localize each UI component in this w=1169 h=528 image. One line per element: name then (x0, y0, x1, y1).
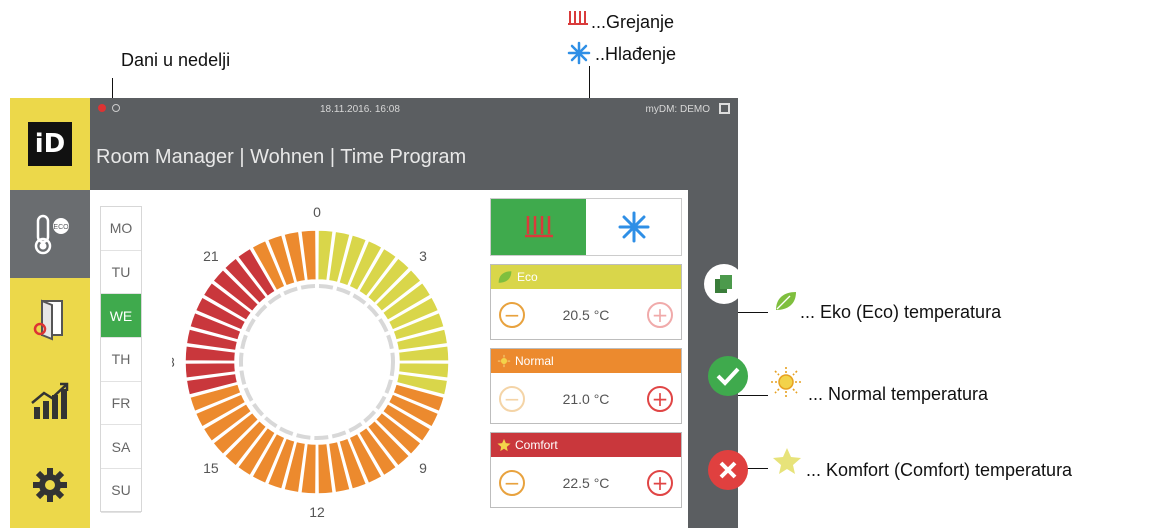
normal-label: Normal (515, 354, 554, 368)
status-datetime: 18.11.2016. 16:08 (320, 104, 400, 115)
hour-label: 12 (309, 504, 325, 520)
cooling-legend-icon (567, 41, 591, 70)
bar-chart-icon (31, 382, 69, 419)
hour-label: 18 (172, 354, 175, 370)
day-selector: MO TU WE TH FR SA SU (100, 206, 142, 513)
eco-annotation: ... Eko (Eco) temperatura (800, 302, 1002, 322)
status-indicators (98, 104, 120, 115)
comfort-value: 22.5 °C (562, 475, 610, 491)
normal-header: Normal (491, 349, 681, 373)
normal-value: 21.0 °C (562, 391, 610, 407)
day-mo[interactable]: MO (101, 207, 141, 251)
hour-label: 3 (419, 248, 427, 264)
star-icon (497, 438, 511, 452)
eco-label: Eco (517, 270, 538, 284)
svg-text:ECO: ECO (53, 224, 69, 231)
device-screen: iD ECO 18.11.2016. 16:08 myDM: DEMO Room… (10, 98, 748, 528)
comfort-annotation: ... Komfort (Comfort) temperatura (806, 460, 1073, 480)
brand-logo: iD (28, 122, 72, 166)
hour-label: 15 (203, 460, 219, 476)
mode-toggle (490, 198, 682, 256)
eco-increase-button[interactable]: + (646, 302, 673, 328)
cooling-annotation: ..Hlađenje (595, 44, 677, 64)
day-tu[interactable]: TU (101, 251, 141, 295)
comfort-increase-button[interactable]: + (646, 470, 673, 496)
comfort-decrease-button[interactable]: − (499, 470, 525, 496)
normal-annotation: ... Normal temperatura (808, 384, 989, 404)
sidebar: iD ECO (10, 98, 90, 528)
heating-icon (524, 216, 553, 238)
status-bar: 18.11.2016. 16:08 myDM: DEMO (90, 98, 738, 122)
cancel-button[interactable] (708, 450, 748, 490)
time-program-panel: MOTUWETHFRSASU 036912151821 (90, 190, 688, 528)
eco-temp-box: Eco − 20.5 °C + (490, 264, 682, 340)
eco-decrease-button[interactable]: − (499, 302, 525, 328)
eco-header: Eco (491, 265, 681, 289)
comfort-label: Comfort (515, 438, 558, 452)
normal-temp-box: Normal − 21.0 °C + (490, 348, 682, 424)
nav-statistics-button[interactable] (10, 360, 90, 442)
comfort-temp-box: Comfort − 22.5 °C + (490, 432, 682, 508)
door-icon (33, 299, 63, 341)
normal-sun-legend-icon (770, 366, 802, 403)
heating-legend-icon (566, 8, 590, 33)
time-wheel[interactable]: 036912151821 (172, 194, 462, 524)
copy-button[interactable] (704, 264, 744, 304)
power-icon (111, 104, 120, 112)
day-th[interactable]: TH (101, 338, 141, 382)
snowflake-icon (618, 211, 649, 243)
hour-label: 0 (313, 204, 321, 220)
copy-icon (715, 275, 732, 293)
check-icon (716, 367, 740, 386)
comfort-header: Comfort (491, 433, 681, 457)
hour-label: 21 (203, 248, 219, 264)
nav-settings-button[interactable] (10, 442, 90, 528)
eco-value: 20.5 °C (562, 307, 610, 323)
cooling-mode-button[interactable] (586, 199, 681, 255)
day-su[interactable]: SU (101, 469, 141, 513)
home-logo-button[interactable]: iD (10, 98, 90, 190)
nav-room-button[interactable] (10, 278, 90, 360)
wheel-inner-ring (239, 284, 395, 440)
heating-annotation: ...Grejanje (591, 12, 675, 32)
gear-icon (33, 468, 67, 502)
close-icon (719, 461, 737, 479)
hour-label: 9 (419, 460, 427, 476)
comfort-star-legend-icon (772, 447, 802, 480)
normal-decrease-button[interactable]: − (499, 386, 525, 412)
leaf-icon (498, 271, 512, 283)
sun-icon (497, 354, 511, 368)
page-title: Room Manager | Wohnen | Time Program (96, 146, 467, 168)
day-fr[interactable]: FR (101, 382, 141, 426)
normal-increase-button[interactable]: + (646, 386, 673, 412)
day-sa[interactable]: SA (101, 425, 141, 470)
screen-toggle-icon[interactable] (719, 103, 730, 114)
thermometer-eco-icon: ECO (34, 214, 69, 255)
confirm-button[interactable] (708, 356, 748, 396)
alert-dot-icon (98, 104, 106, 112)
status-account: myDM: DEMO (645, 104, 710, 115)
eco-leaf-legend-icon (774, 290, 798, 317)
day-we[interactable]: WE (101, 294, 141, 339)
heating-mode-button[interactable] (491, 199, 586, 255)
nav-temperature-button[interactable]: ECO (10, 190, 90, 278)
days-annotation: Dani u nedelji (121, 50, 231, 70)
